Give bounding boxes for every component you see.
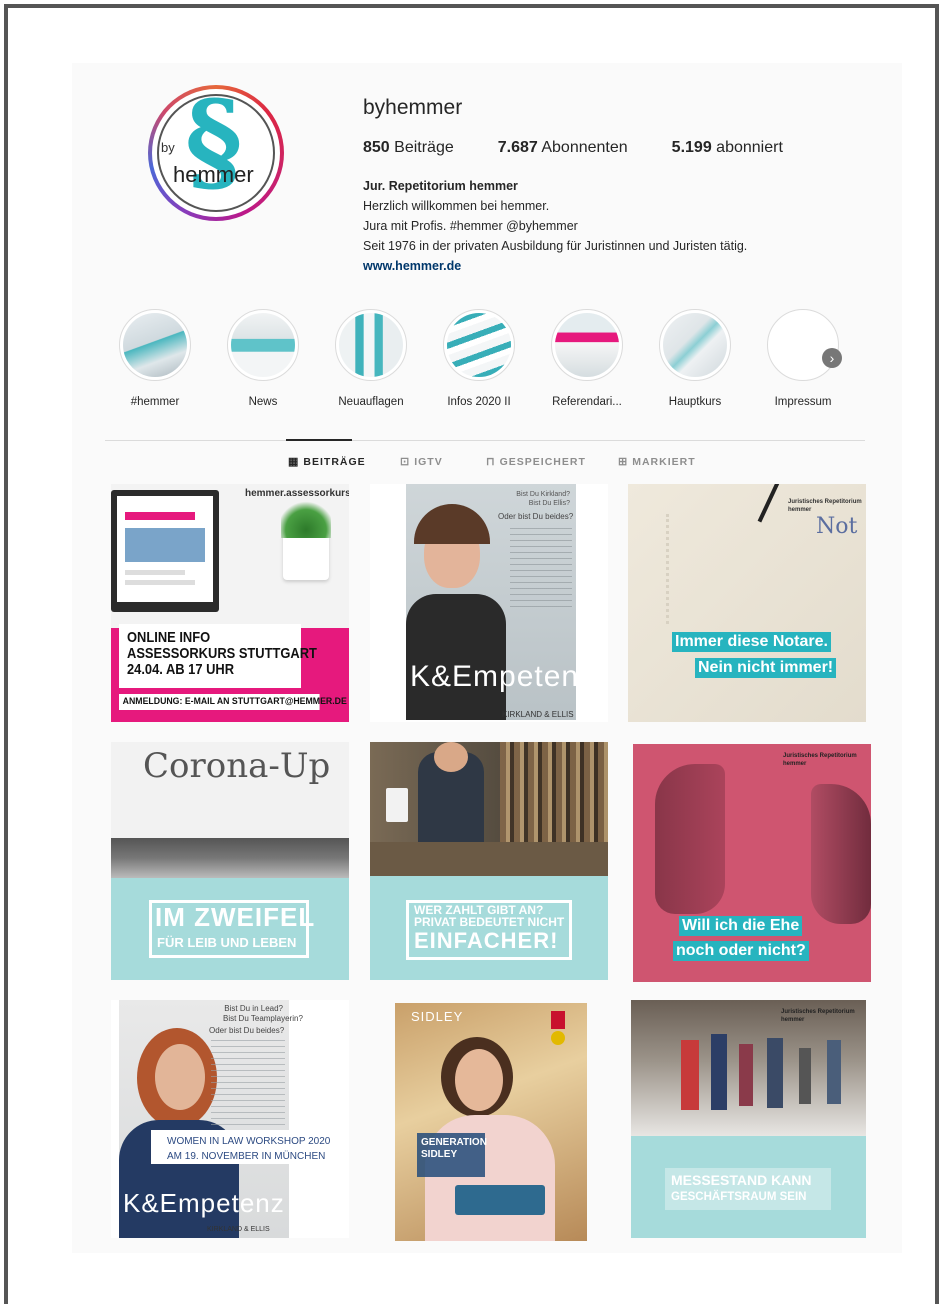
avatar-logo: § by hemmer: [157, 86, 275, 212]
tab-posts[interactable]: ▦ BEITRÄGE: [288, 455, 366, 468]
highlight-thumbnail: [555, 313, 619, 377]
post-line: Oder bist Du beides?: [209, 1026, 285, 1035]
avatar-brand-text: hemmer: [173, 162, 254, 187]
highlight-news[interactable]: News: [218, 309, 308, 408]
post-tile[interactable]: Bist Du in Lead? Bist Du Teamplayerin? Od…: [111, 1000, 349, 1238]
bookmark-icon: ⊓: [486, 456, 496, 468]
post-word: Not: [816, 514, 858, 539]
post-line: 24.04. AB 17 UHR: [127, 661, 235, 678]
face-silhouette: [811, 784, 871, 924]
post-line: Oder bist Du beides?: [498, 512, 574, 521]
post-line: GESCHÄFTSRAUM SEIN: [671, 1191, 807, 1203]
post-line: FÜR LEIB UND LEBEN: [157, 935, 297, 950]
highlight-referendariat[interactable]: Referendari...: [542, 309, 632, 408]
post-line: ASSESSORKURS STUTTGART: [127, 645, 317, 662]
profile-bio: Jur. Repetitorium hemmer Herzlich willko…: [363, 176, 747, 276]
highlight-thumbnail: [663, 313, 727, 377]
pen-image: [757, 484, 783, 523]
grid-icon: ▦: [288, 456, 300, 468]
post-line: Nein nicht immer!: [695, 658, 837, 678]
post-tile[interactable]: WER ZAHLT GIBT AN? PRIVAT BEDEUTET NICHT…: [370, 742, 608, 980]
highlight-thumbnail: [231, 313, 295, 377]
bio-website-link[interactable]: www.hemmer.de: [363, 256, 747, 276]
profile-stats: 850 Beiträge 7.687 Abonnenten 5.199 abon…: [363, 139, 827, 157]
tab-saved[interactable]: ⊓ GESPEICHERT: [486, 455, 586, 468]
post-line: KIRKLAND & ELLIS: [207, 1226, 270, 1233]
post-line: WOMEN IN LAW WORKSHOP 2020: [167, 1136, 331, 1147]
post-line: noch oder nicht?: [673, 941, 809, 961]
post-brand: hemmer.assessorkurs: [245, 488, 349, 499]
highlight-thumbnail: [447, 313, 511, 377]
highlight-thumbnail: [339, 313, 403, 377]
post-headline: Corona-Up: [143, 746, 331, 786]
post-tile[interactable]: Bist Du Kirkland? Bist Du Ellis? Oder bis…: [370, 484, 608, 722]
highlight-thumbnail: [771, 313, 835, 377]
post-corner-brand: Juristisches Repetitorium hemmer: [788, 499, 862, 513]
igtv-icon: ⊡: [400, 456, 411, 468]
post-tile[interactable]: Juristisches Repetitorium hemmer MESSEST…: [631, 1000, 866, 1238]
highlight-infos-2020[interactable]: Infos 2020 II: [434, 309, 524, 408]
profile-avatar[interactable]: § by hemmer: [148, 85, 284, 221]
text-block: [211, 1040, 285, 1130]
profile-username: byhemmer: [363, 96, 463, 119]
post-tile[interactable]: SIDLEY GENERATION SIDLEY: [395, 1003, 587, 1241]
post-tile[interactable]: Juristisches Repetitorium hemmer Will ic…: [633, 744, 871, 982]
posts-count[interactable]: 850 Beiträge: [363, 139, 454, 157]
bio-line: Seit 1976 in der privaten Ausbildung für…: [363, 239, 748, 253]
award-icon: [551, 1031, 565, 1045]
bio-line: Herzlich willkommen bei hemmer.: [363, 199, 550, 213]
tab-igtv[interactable]: ⊡ IGTV: [400, 455, 443, 468]
face-silhouette: [655, 764, 725, 914]
post-headline: K&Empetenz: [123, 1188, 285, 1218]
post-brand: SIDLEY: [411, 1009, 464, 1024]
active-tab-indicator: [286, 439, 352, 441]
plant-image: [281, 498, 331, 538]
post-corner-brand: Juristisches Repetitorium hemmer: [783, 753, 857, 767]
tagged-icon: ⊞: [618, 456, 629, 468]
following-count[interactable]: 5.199 abonniert: [672, 139, 783, 157]
highlight-hauptkurs[interactable]: Hauptkurs: [650, 309, 740, 408]
post-line: ONLINE INFO: [127, 629, 211, 646]
books-image: [455, 1185, 545, 1215]
post-line: KIRKLAND & ELLIS: [502, 710, 574, 719]
tabs-divider: [105, 440, 865, 441]
highlight-thumbnail: [123, 313, 187, 377]
stamp-edge: [636, 514, 669, 624]
bio-line: Jura mit Profis. #hemmer @byhemmer: [363, 219, 578, 233]
post-corner-brand: Juristisches Repetitorium hemmer: [781, 1009, 855, 1023]
text-block: [510, 528, 572, 608]
highlight-hemmer[interactable]: #hemmer: [110, 309, 200, 408]
post-line: ANMELDUNG: E-MAIL AN STUTTGART@HEMMER.DE: [119, 694, 347, 710]
post-line: SIDLEY: [421, 1149, 458, 1160]
post-line: PRIVAT BEDEUTET NICHT: [414, 915, 565, 929]
tab-tagged[interactable]: ⊞ MARKIERT: [618, 455, 696, 468]
avatar-by-text: by: [161, 140, 175, 155]
chevron-right-icon[interactable]: ›: [822, 348, 842, 368]
post-line: GENERATION: [421, 1137, 487, 1148]
plant-pot-image: [283, 532, 329, 580]
followers-count[interactable]: 7.687 Abonnenten: [498, 139, 628, 157]
highlight-neuauflagen[interactable]: Neuauflagen: [326, 309, 416, 408]
cafe-image: [370, 742, 608, 876]
post-line: MESSESTAND KANN: [671, 1172, 812, 1188]
bio-name: Jur. Repetitorium hemmer: [363, 179, 518, 193]
post-headline: K&Empetenz: [410, 660, 596, 693]
laptop-image: [111, 490, 219, 612]
post-tile[interactable]: Corona-Up IM ZWEIFEL FÜR LEIB UND LEBEN: [111, 742, 349, 980]
post-line: IM ZWEIFEL: [155, 902, 316, 932]
badge-icon: [551, 1011, 565, 1029]
post-tile[interactable]: hemmer.assessorkurs ONLINE INFO ASSESSOR…: [111, 484, 349, 722]
post-tile[interactable]: Juristisches Repetitorium hemmer Not Imm…: [628, 484, 866, 722]
typewriter-image: [111, 838, 349, 878]
post-line: AM 19. NOVEMBER IN MÜNCHEN: [167, 1151, 326, 1162]
post-line: EINFACHER!: [414, 928, 559, 953]
post-line: Immer diese Notare.: [672, 632, 831, 652]
post-line: Will ich die Ehe: [679, 916, 803, 936]
